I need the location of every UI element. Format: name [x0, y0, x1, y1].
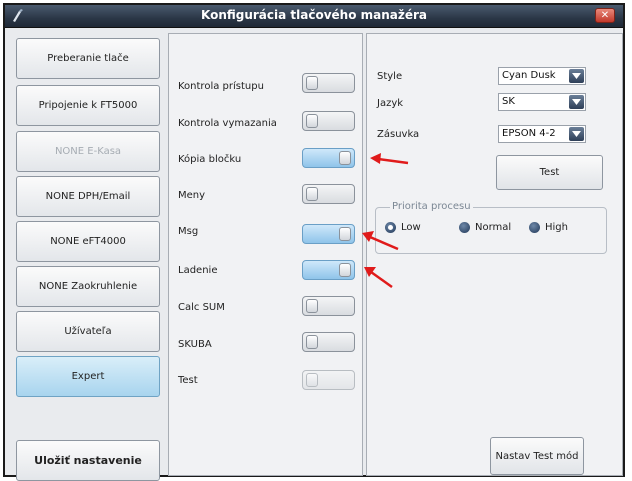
sidebar-item-label: NONE Zaokruhlenie	[38, 281, 138, 292]
app-window: Konfigurácia tlačového manažéra ✕ Preber…	[3, 3, 625, 481]
toggle-meny[interactable]	[302, 184, 355, 204]
priority-radio-normal-label: Normal	[475, 222, 512, 233]
sidebar-item-uzivatela[interactable]: Užívateľa	[16, 311, 160, 352]
title-bar: Konfigurácia tlačového manažéra ✕	[5, 5, 623, 28]
toggle-knob	[339, 227, 351, 241]
drawer-select[interactable]: EPSON 4-2	[498, 125, 586, 143]
toggle-kontrola-pristupu[interactable]	[302, 73, 355, 93]
process-priority-title: Priorita procesu	[390, 201, 473, 212]
set-test-mode-button[interactable]: Nastav Test mód	[490, 437, 584, 475]
close-button[interactable]: ✕	[595, 8, 615, 23]
toggle-label-meny: Meny	[178, 190, 206, 201]
chevron-down-icon	[569, 69, 584, 83]
priority-radio-normal[interactable]: Normal	[459, 222, 511, 233]
chevron-down-icon	[569, 127, 584, 141]
toggle-skuba[interactable]	[302, 332, 355, 352]
window-title: Konfigurácia tlačového manažéra	[200, 8, 428, 22]
toggle-knob	[306, 187, 318, 201]
sidebar: Preberanie tlače Pripojenie k FT5000 NON…	[12, 35, 164, 481]
toggle-knob	[306, 373, 318, 387]
annotation-arrow-icon	[364, 267, 393, 289]
toggle-ladenie[interactable]	[302, 260, 355, 280]
toggle-knob	[306, 76, 318, 90]
sidebar-item-none-ekasa[interactable]: NONE E-Kasa	[16, 131, 160, 172]
sidebar-item-none-zaokruhlenie[interactable]: NONE Zaokruhlenie	[16, 266, 160, 307]
style-label: Style	[377, 71, 403, 82]
language-label: Jazyk	[377, 98, 404, 109]
save-settings-label: Uložiť nastavenie	[34, 454, 142, 467]
toggle-label-test: Test	[178, 375, 198, 386]
toggle-calc-sum[interactable]	[302, 296, 355, 316]
radio-unselected-icon	[529, 222, 540, 233]
toggle-kopia-blocku[interactable]	[302, 148, 355, 168]
close-icon: ✕	[600, 10, 610, 21]
toggle-knob	[339, 151, 351, 165]
chevron-down-icon	[569, 95, 584, 109]
drawer-select-value: EPSON 4-2	[502, 128, 556, 139]
sidebar-item-expert[interactable]: Expert	[16, 356, 160, 397]
toggle-knob	[339, 263, 351, 277]
sidebar-item-label: NONE eFT4000	[50, 236, 126, 247]
toggle-label-kopia-blocku: Kópia bločku	[178, 154, 242, 165]
toggle-panel: Kontrola prístupu Kontrola vymazania Kóp…	[168, 33, 363, 476]
set-test-mode-label: Nastav Test mód	[495, 450, 579, 462]
sidebar-item-preberanie-tlace[interactable]: Preberanie tlače	[16, 38, 160, 79]
toggle-label-calc-sum: Calc SUM	[178, 302, 225, 313]
test-button-label: Test	[539, 167, 560, 178]
language-select[interactable]: SK	[498, 93, 586, 111]
settings-panel: Style Cyan Dusk Jazyk SK Zásuvka EPSON 4…	[366, 33, 623, 476]
toggle-label-ladenie: Ladenie	[178, 265, 218, 276]
language-select-value: SK	[502, 96, 515, 107]
test-button[interactable]: Test	[496, 155, 603, 190]
sidebar-item-label: Expert	[71, 371, 105, 382]
annotation-arrow-icon	[370, 153, 409, 165]
sidebar-item-none-dph-email[interactable]: NONE DPH/Email	[16, 176, 160, 217]
toggle-label-skuba: SKUBA	[178, 339, 212, 350]
process-priority-group: Priorita procesu Low Normal High	[375, 201, 607, 254]
toggle-knob	[306, 299, 318, 313]
priority-radio-high[interactable]: High	[529, 222, 568, 233]
toggle-label-kontrola-vymazania: Kontrola vymazania	[178, 118, 277, 129]
drawer-label: Zásuvka	[377, 129, 420, 140]
sidebar-item-label: Pripojenie k FT5000	[38, 100, 138, 111]
style-select-value: Cyan Dusk	[502, 70, 556, 81]
toggle-label-kontrola-pristupu: Kontrola prístupu	[178, 81, 264, 92]
toggle-label-msg: Msg	[178, 226, 199, 237]
toggle-kontrola-vymazania[interactable]	[302, 111, 355, 131]
annotation-arrow-icon	[362, 231, 399, 251]
toggle-knob	[306, 114, 318, 128]
toggle-test[interactable]	[302, 370, 355, 390]
sidebar-item-label: NONE E-Kasa	[54, 146, 122, 157]
priority-radio-high-label: High	[545, 222, 568, 233]
toggle-msg[interactable]	[302, 224, 355, 244]
sidebar-item-label: Užívateľa	[64, 326, 112, 337]
style-select[interactable]: Cyan Dusk	[498, 67, 586, 85]
sidebar-item-pripojenie-ft5000[interactable]: Pripojenie k FT5000	[16, 85, 160, 126]
sidebar-item-label: Preberanie tlače	[47, 53, 129, 64]
sidebar-item-label: NONE DPH/Email	[45, 191, 131, 202]
toggle-knob	[306, 335, 318, 349]
sidebar-item-none-eft4000[interactable]: NONE eFT4000	[16, 221, 160, 262]
save-settings-button[interactable]: Uložiť nastavenie	[16, 440, 160, 481]
radio-unselected-icon	[459, 222, 470, 233]
